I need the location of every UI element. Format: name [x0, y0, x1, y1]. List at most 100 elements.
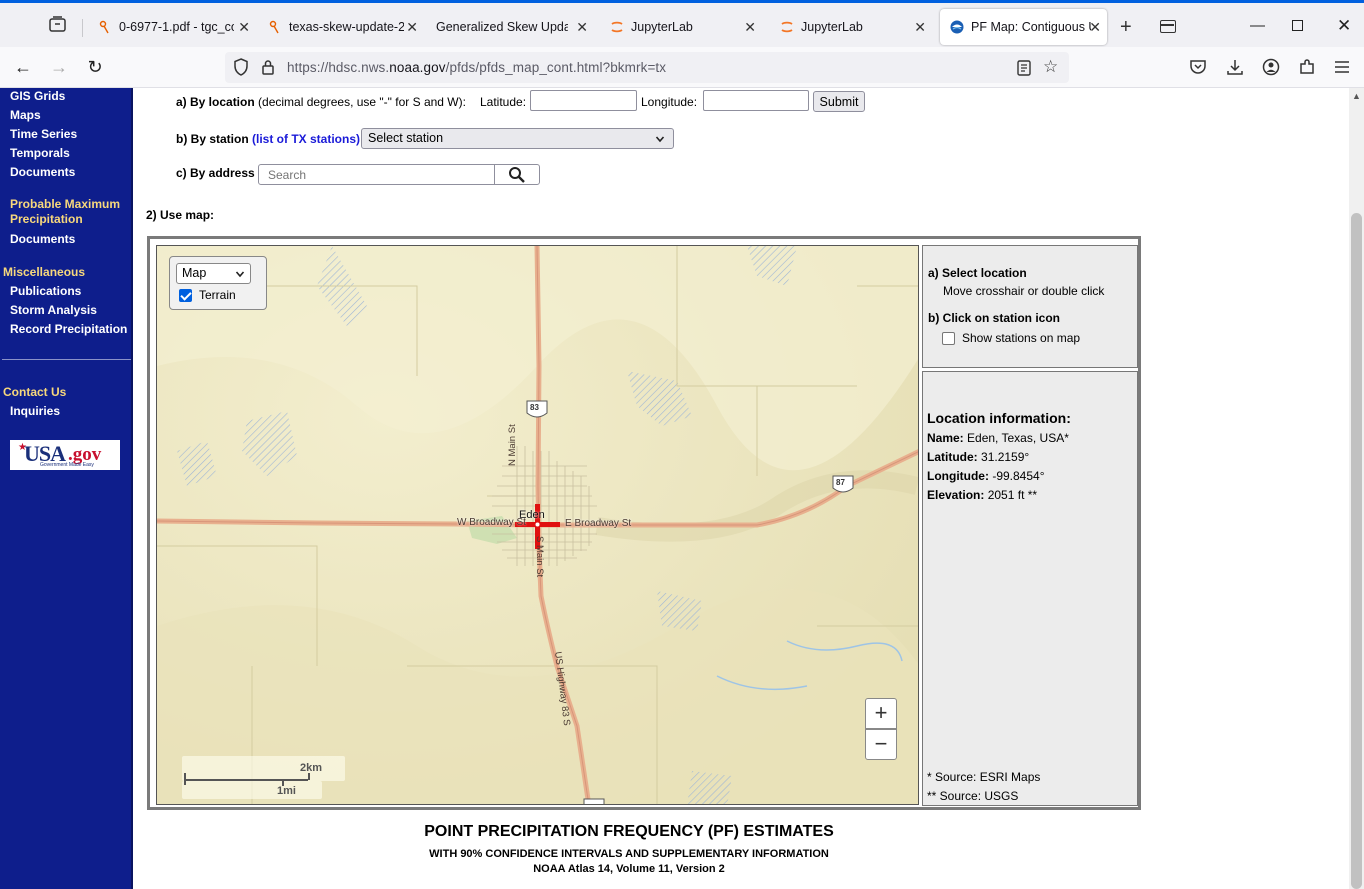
tab-jupyterlab-2[interactable]: JupyterLab ✕: [770, 9, 932, 45]
tx-stations-list-link[interactable]: (list of TX stations): [252, 132, 360, 146]
list-all-tabs-icon[interactable]: [1160, 20, 1176, 33]
close-icon[interactable]: ✕: [914, 19, 926, 36]
scrollbar-thumb[interactable]: [1351, 213, 1362, 889]
location-name-row: Name: Eden, Texas, USA*: [927, 431, 1069, 445]
sidebar-item-publications[interactable]: Publications: [10, 284, 81, 298]
sidebar-item-storm-analysis[interactable]: Storm Analysis: [10, 303, 97, 317]
usagov-logo[interactable]: ★ USA .gov Government Made Easy: [10, 440, 120, 470]
tab-title: JupyterLab: [801, 20, 863, 34]
location-elev-row: Elevation: 2051 ft **: [927, 488, 1037, 502]
address-search-input[interactable]: [258, 164, 496, 185]
street-label-s-main: S Main St: [534, 536, 545, 578]
scale-km-label: 2km: [300, 762, 323, 774]
sidebar-item-gis-grids[interactable]: GIS Grids: [10, 89, 65, 103]
tab-jupyterlab-1[interactable]: JupyterLab ✕: [600, 9, 762, 45]
account-icon[interactable]: [1262, 58, 1280, 76]
latitude-input[interactable]: [530, 90, 637, 111]
pocket-icon[interactable]: [1189, 58, 1207, 76]
tab-pf-map[interactable]: PF Map: Contiguous U ✕: [940, 9, 1107, 45]
firefox-view-icon[interactable]: [48, 15, 70, 35]
sidebar-item-record-precipitation[interactable]: Record Precipitation: [10, 322, 127, 336]
sidebar-item-maps[interactable]: Maps: [10, 108, 41, 122]
location-lon-value: -99.8454°: [992, 469, 1045, 483]
scroll-up-arrow-icon[interactable]: ▲: [1352, 91, 1361, 101]
tab-pdf-1[interactable]: 0-6977-1.pdf - tgc_co ✕: [88, 9, 256, 45]
submit-button[interactable]: Submit: [813, 91, 865, 112]
noaa-icon: [950, 20, 964, 34]
tab-generalized-skew[interactable]: Generalized Skew Update ✕: [426, 9, 594, 45]
close-icon[interactable]: ✕: [744, 19, 756, 36]
lock-icon[interactable]: [261, 59, 275, 78]
sidebar-item-temporals[interactable]: Temporals: [10, 146, 70, 160]
us-83-south-shield-icon: [583, 798, 605, 804]
reader-view-icon[interactable]: [1017, 60, 1031, 79]
extensions-icon[interactable]: [1298, 58, 1316, 76]
by-station-heading: b) By station: [176, 132, 249, 146]
close-icon[interactable]: ✕: [238, 19, 250, 36]
map-canvas[interactable]: 83 87 Eden W Broadway St E Broadway St N…: [156, 245, 919, 805]
map-type-control: Map Terrain: [169, 256, 267, 310]
show-stations-label: Show stations on map: [962, 331, 1081, 345]
sidebar-heading-miscellaneous: Miscellaneous: [3, 265, 86, 279]
bookmark-star-icon[interactable]: ☆: [1043, 57, 1058, 77]
location-name-value: Eden, Texas, USA*: [967, 431, 1069, 445]
sidebar-item-documents[interactable]: Documents: [10, 165, 75, 179]
reload-icon[interactable]: ↻: [83, 55, 107, 79]
station-select-value: Select station: [368, 131, 444, 145]
new-tab-icon[interactable]: +: [1120, 16, 1132, 39]
menu-hamburger-icon[interactable]: [1334, 60, 1352, 78]
zoom-in-button[interactable]: +: [865, 698, 897, 729]
minimize-icon[interactable]: —: [1250, 17, 1265, 34]
address-search-button[interactable]: [494, 164, 540, 185]
sidebar-divider: [2, 359, 131, 360]
address-bar[interactable]: https://hdsc.nws.noaa.gov/pfds/pfds_map_…: [225, 52, 1069, 83]
chevron-down-icon: [235, 267, 245, 286]
close-icon[interactable]: ✕: [406, 19, 418, 36]
back-arrow-icon[interactable]: ←: [11, 55, 35, 79]
tab-title: texas-skew-update-20: [289, 20, 404, 34]
forward-arrow-icon[interactable]: →: [47, 55, 71, 79]
shield-icon[interactable]: [233, 58, 249, 79]
url-text[interactable]: https://hdsc.nws.noaa.gov/pfds/pfds_map_…: [287, 60, 666, 75]
sidebar-item-contact-us[interactable]: Contact Us: [3, 385, 66, 400]
terrain-checkbox[interactable]: [179, 289, 192, 302]
navigation-toolbar: ← → ↻ https://hdsc.nws.noaa.gov/pfds/pfd…: [0, 47, 1364, 88]
tab-title: PF Map: Contiguous U: [971, 20, 1091, 34]
use-map-label: 2) Use map:: [146, 208, 215, 222]
main-content: a) By location (decimal degrees, use "-"…: [133, 88, 1349, 889]
page-scrollbar[interactable]: ▲: [1349, 88, 1364, 889]
tab-separator: [82, 19, 83, 37]
page-viewport: GIS Grids Maps Time Series Temporals Doc…: [0, 88, 1349, 889]
url-path: /pfds/pfds_map_cont.html?bkmrk=tx: [445, 60, 667, 75]
tab-bar: 0-6977-1.pdf - tgc_co ✕ texas-skew-updat…: [0, 0, 1364, 47]
location-info-heading: Location information:: [927, 410, 1071, 426]
longitude-label: Longitude:: [641, 95, 698, 109]
location-lon-label: Longitude:: [927, 469, 989, 483]
zoom-out-button[interactable]: −: [865, 729, 897, 760]
sidebar-item-time-series[interactable]: Time Series: [10, 127, 77, 141]
tab-pdf-2[interactable]: texas-skew-update-20 ✕: [258, 9, 424, 45]
map-type-select[interactable]: Map: [176, 263, 251, 284]
location-lat-label: Latitude:: [927, 450, 978, 464]
location-lat-row: Latitude: 31.2159°: [927, 450, 1029, 464]
jupyter-icon: [610, 20, 624, 34]
sidebar-item-inquiries[interactable]: Inquiries: [10, 404, 60, 418]
sidebar-item-pmp[interactable]: Probable Maximum Precipitation: [10, 197, 128, 227]
show-stations-checkbox[interactable]: [942, 332, 955, 345]
pdf-icon: [268, 20, 282, 34]
pf-estimates-atlas: NOAA Atlas 14, Volume 11, Version 2: [533, 863, 725, 875]
maximize-icon[interactable]: [1292, 20, 1303, 31]
station-select[interactable]: Select station: [361, 128, 674, 149]
downloads-icon[interactable]: [1226, 58, 1244, 76]
sidebar-item-pmp-documents[interactable]: Documents: [10, 232, 75, 246]
close-icon[interactable]: ✕: [576, 19, 588, 36]
pdf-icon: [98, 20, 112, 34]
close-icon[interactable]: ✕: [1089, 19, 1101, 36]
latitude-label: Latitude:: [480, 95, 527, 109]
us-83-shield-label: 83: [530, 403, 539, 412]
longitude-input[interactable]: [703, 90, 809, 111]
window-close-icon[interactable]: ✕: [1337, 16, 1351, 36]
terrain-map[interactable]: [157, 246, 919, 805]
select-location-heading: a) Select location: [928, 266, 1027, 280]
map-container: 83 87 Eden W Broadway St E Broadway St N…: [147, 236, 1141, 810]
